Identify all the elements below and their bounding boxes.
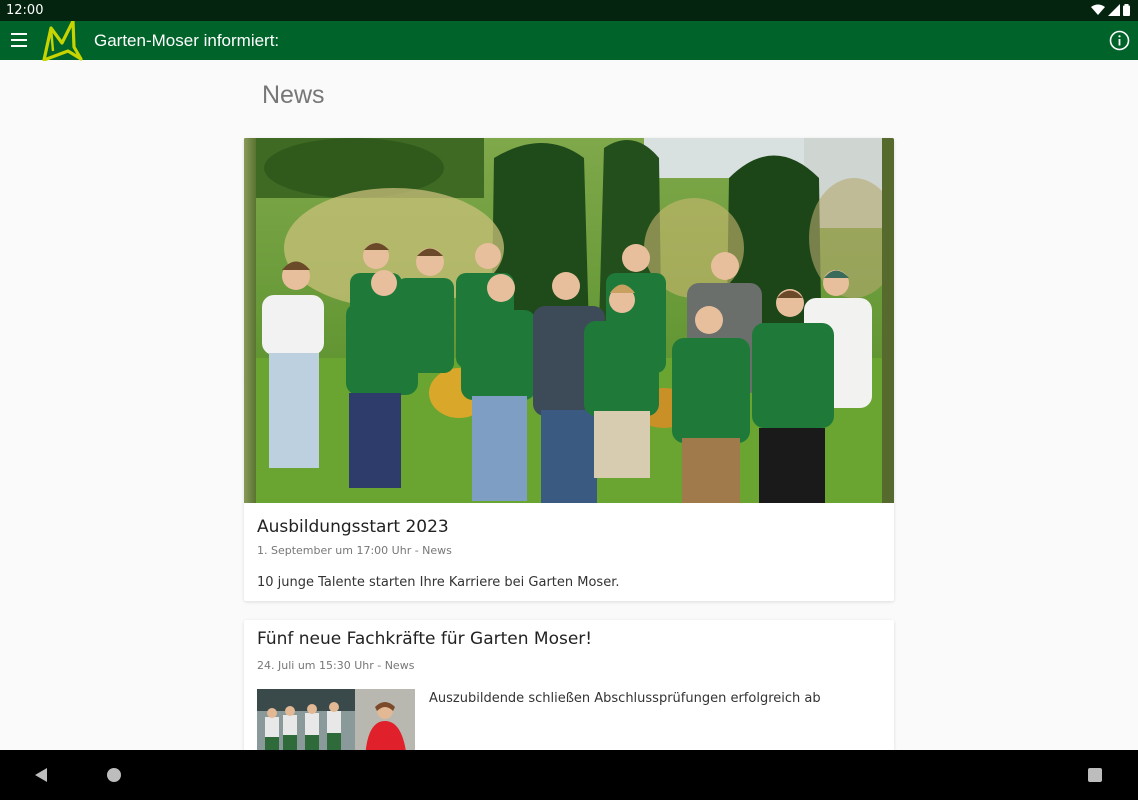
status-icons — [1091, 4, 1130, 16]
status-bar: 12:00 — [0, 0, 1138, 21]
menu-icon[interactable] — [11, 33, 27, 47]
wifi-icon — [1091, 4, 1105, 15]
home-icon[interactable] — [107, 768, 121, 782]
page-title: News — [262, 81, 325, 109]
news-card[interactable]: Ausbildungsstart 2023 1. September um 17… — [244, 138, 894, 601]
navigation-bar — [0, 750, 1138, 800]
news-date: 24. Juli um 15:30 Uhr - News — [257, 659, 415, 672]
news-image — [244, 138, 894, 503]
garten-moser-logo — [42, 21, 83, 61]
signal-icon — [1108, 4, 1120, 16]
news-title[interactable]: Ausbildungsstart 2023 — [257, 517, 449, 537]
back-icon[interactable] — [35, 768, 47, 782]
news-teaser: Auszubildende schließen Abschlussprüfung… — [429, 691, 821, 706]
news-title[interactable]: Fünf neue Fachkräfte für Garten Moser! — [257, 629, 592, 649]
app-title: Garten-Moser informiert: — [94, 31, 280, 50]
app-bar: Garten-Moser informiert: — [0, 21, 1138, 61]
news-card[interactable]: Fünf neue Fachkräfte für Garten Moser! 2… — [244, 620, 894, 760]
news-thumbnail — [257, 689, 415, 759]
news-date: 1. September um 17:00 Uhr - News — [257, 544, 452, 557]
info-icon[interactable] — [1109, 30, 1130, 51]
battery-icon — [1123, 4, 1130, 16]
news-teaser: 10 junge Talente starten Ihre Karriere b… — [257, 575, 620, 590]
status-time: 12:00 — [6, 3, 44, 18]
recent-apps-icon[interactable] — [1088, 768, 1102, 782]
